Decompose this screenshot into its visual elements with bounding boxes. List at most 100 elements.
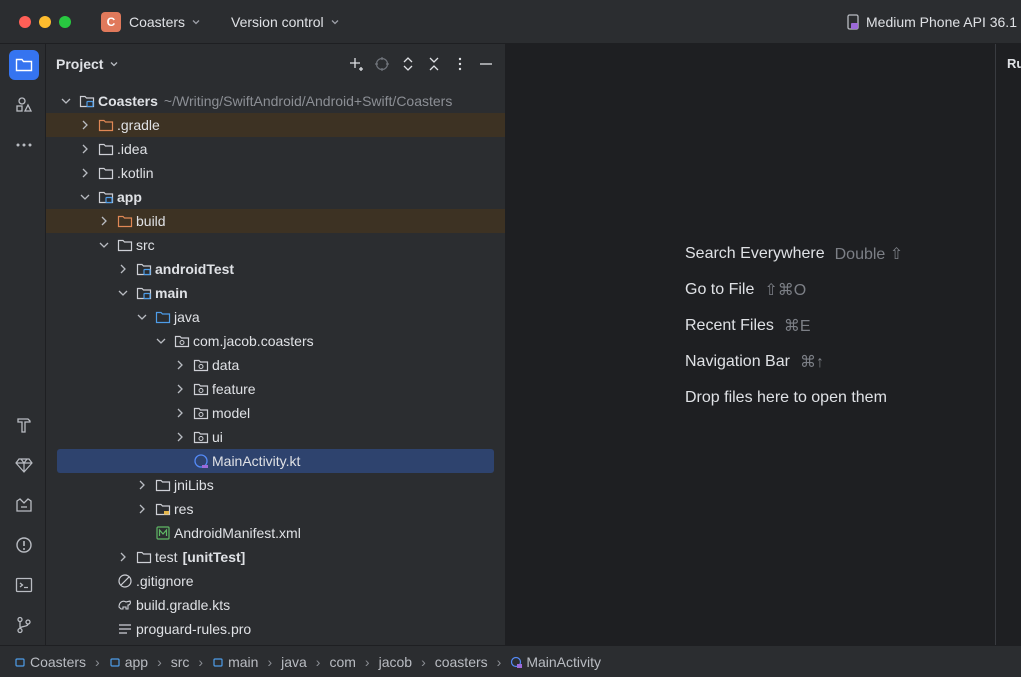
collapse-all-button[interactable] xyxy=(425,54,443,74)
tree-item-suffix: [unitTest] xyxy=(182,549,246,565)
options-menu-button[interactable] xyxy=(451,54,469,74)
tree-row-model[interactable]: model xyxy=(46,401,505,425)
tree-row-build-gradle-kts[interactable]: build.gradle.kts xyxy=(46,593,505,617)
plus-icon xyxy=(350,58,363,71)
problems-icon xyxy=(16,537,32,553)
new-file-button[interactable] xyxy=(347,54,365,74)
tree-row-ui[interactable]: ui xyxy=(46,425,505,449)
breadcrumb-main[interactable]: main › xyxy=(212,654,281,670)
chevron-down-icon[interactable] xyxy=(60,95,72,107)
tree-row-res[interactable]: res xyxy=(46,497,505,521)
tree-item-label: test xyxy=(155,549,178,565)
right-panel-label[interactable]: Ru xyxy=(1007,56,1021,71)
chevron-down-icon[interactable] xyxy=(136,311,148,323)
tree-item-label: jniLibs xyxy=(174,477,214,493)
package-icon xyxy=(193,407,209,420)
chevron-right-icon[interactable] xyxy=(174,407,186,419)
tree-row-androidtest[interactable]: androidTest xyxy=(46,257,505,281)
chevron-right-icon[interactable] xyxy=(98,215,110,227)
minimize-window-button[interactable] xyxy=(39,15,51,28)
tree-row-com-jacob-coasters[interactable]: com.jacob.coasters xyxy=(46,329,505,353)
breadcrumb-app[interactable]: app › xyxy=(109,654,171,670)
chevron-down-icon[interactable] xyxy=(79,191,91,203)
project-tool-button[interactable] xyxy=(9,50,39,80)
kotlin-class-icon xyxy=(194,454,208,468)
chevron-right-icon[interactable] xyxy=(117,551,129,563)
expand-all-button[interactable] xyxy=(399,54,417,74)
chevron-down-icon[interactable] xyxy=(109,59,119,69)
project-widget[interactable]: C Coasters xyxy=(97,8,205,36)
breadcrumb-coasters[interactable]: coasters › xyxy=(435,654,511,670)
tree-row-coasters[interactable]: Coasters ~/Writing/SwiftAndroid/Android+S… xyxy=(46,89,505,113)
breadcrumb-java[interactable]: java › xyxy=(281,654,329,670)
chevron-right-icon[interactable] xyxy=(136,503,148,515)
tree-item-label: res xyxy=(174,501,194,517)
terminal-icon xyxy=(15,577,33,593)
tree-row-build[interactable]: build xyxy=(46,209,505,233)
hint-search-everywhere: Search Everywhere Double ⇧ xyxy=(685,236,903,272)
version-control-widget[interactable]: Version control xyxy=(231,14,340,30)
panel-title[interactable]: Project xyxy=(56,56,103,72)
breadcrumb-separator: › xyxy=(496,653,502,670)
chevron-right-icon[interactable] xyxy=(79,167,91,179)
breadcrumb-separator: › xyxy=(157,653,162,670)
select-opened-file-button[interactable] xyxy=(373,54,391,74)
chevron-right-icon[interactable] xyxy=(174,359,186,371)
tree-row-proguard-rules-pro[interactable]: proguard-rules.pro xyxy=(46,617,505,641)
editor-area[interactable]: Search Everywhere Double ⇧ Go to File ⇧⌘O … xyxy=(507,44,995,645)
app-inspection-tool-button[interactable] xyxy=(9,490,39,520)
tree-row-data[interactable]: data xyxy=(46,353,505,377)
resource-manager-tool-button[interactable] xyxy=(9,90,39,120)
breadcrumb-com[interactable]: com › xyxy=(329,654,378,670)
more-tools-button[interactable] xyxy=(9,130,39,160)
terminal-tool-button[interactable] xyxy=(9,570,39,600)
chevron-right-icon[interactable] xyxy=(79,143,91,155)
tree-row-idea[interactable]: .idea xyxy=(46,137,505,161)
breadcrumb-label: java xyxy=(281,653,307,670)
device-selector[interactable]: Medium Phone API 36.1 xyxy=(846,8,1017,36)
tree-row-kotlin[interactable]: .kotlin xyxy=(46,161,505,185)
problems-tool-button[interactable] xyxy=(9,530,39,560)
breadcrumb-mainactivity[interactable]: MainActivity xyxy=(510,654,601,670)
chevron-right-icon[interactable] xyxy=(117,263,129,275)
module-icon xyxy=(15,657,25,667)
gemini-tool-button[interactable] xyxy=(9,450,39,480)
chevron-down-icon[interactable] xyxy=(117,287,129,299)
breadcrumb-coasters[interactable]: Coasters › xyxy=(14,654,109,670)
folder-icon xyxy=(15,58,33,72)
tree-row-main[interactable]: main xyxy=(46,281,505,305)
chevron-down-icon[interactable] xyxy=(98,239,110,251)
chevron-right-icon[interactable] xyxy=(79,119,91,131)
tree-row-feature[interactable]: feature xyxy=(46,377,505,401)
hint-label: Navigation Bar xyxy=(685,353,790,370)
hide-panel-button[interactable] xyxy=(477,54,495,74)
tree-row-androidmanifest-xml[interactable]: AndroidManifest.xml xyxy=(46,521,505,545)
module-folder-icon xyxy=(98,191,114,204)
tree-row-java[interactable]: java xyxy=(46,305,505,329)
tree-row-jnilibs[interactable]: jniLibs xyxy=(46,473,505,497)
close-window-button[interactable] xyxy=(19,15,31,28)
zoom-window-button[interactable] xyxy=(59,15,71,28)
breadcrumb-src[interactable]: src › xyxy=(171,654,212,670)
tree-row-mainactivity-kt[interactable]: MainActivity.kt xyxy=(57,449,494,473)
build-tool-button[interactable] xyxy=(9,410,39,440)
chevron-right-icon[interactable] xyxy=(174,431,186,443)
chevron-right-icon[interactable] xyxy=(136,479,148,491)
tree-row-app[interactable]: app xyxy=(46,185,505,209)
chevron-down-icon[interactable] xyxy=(155,335,167,347)
hint-shortcut: ⇧⌘O xyxy=(764,282,807,299)
tree-row-gradle[interactable]: .gradle xyxy=(46,113,505,137)
breadcrumb-jacob[interactable]: jacob › xyxy=(379,654,435,670)
tree-row-src[interactable]: src xyxy=(46,233,505,257)
chevron-down-icon xyxy=(192,19,200,24)
tree-row-gitignore[interactable]: .gitignore xyxy=(46,569,505,593)
shapes-icon xyxy=(16,97,33,112)
chevron-down-icon xyxy=(331,19,339,24)
project-panel-header: Project xyxy=(46,44,505,84)
more-vertical-icon xyxy=(458,57,462,71)
tree-row-test[interactable]: test [unitTest] xyxy=(46,545,505,569)
expand-icon xyxy=(403,57,413,71)
git-tool-button[interactable] xyxy=(9,610,39,640)
module-icon xyxy=(110,657,120,667)
chevron-right-icon[interactable] xyxy=(174,383,186,395)
